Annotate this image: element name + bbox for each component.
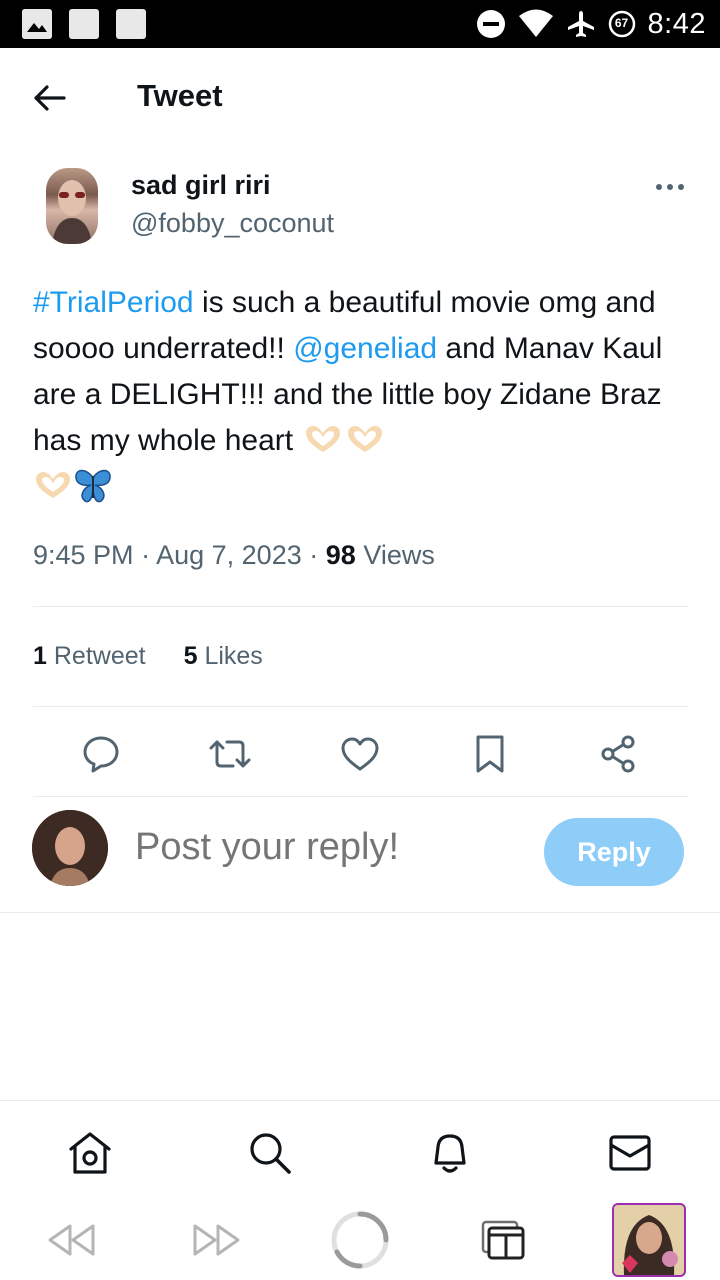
- clock: 8:42: [647, 7, 706, 40]
- battery-level: 67: [614, 16, 629, 30]
- retweet-action-button[interactable]: [208, 732, 252, 776]
- comment-icon: [83, 736, 119, 773]
- airplane-icon: [567, 11, 594, 37]
- author-name[interactable]: sad girl riri: [131, 170, 271, 201]
- nav-notifications[interactable]: [426, 1129, 474, 1177]
- separator: ·: [309, 540, 319, 570]
- retweets-label: Retweet: [53, 642, 146, 670]
- more-options-button[interactable]: [650, 172, 690, 202]
- nav-home[interactable]: [66, 1129, 114, 1177]
- image-icon: [22, 9, 52, 39]
- loading-icon: [331, 1211, 389, 1269]
- heart-hands-icon: [345, 422, 385, 452]
- square-icon: [69, 9, 99, 39]
- author-handle[interactable]: @fobby_coconut: [131, 208, 334, 239]
- back-button[interactable]: [30, 78, 70, 118]
- reply-button[interactable]: Reply: [544, 818, 684, 886]
- app-header: Tweet: [0, 48, 720, 148]
- retweets-count: 1: [33, 642, 47, 670]
- status-bar: 67 8:42: [0, 0, 720, 48]
- share-action-button[interactable]: [596, 732, 640, 776]
- like-action-button[interactable]: [338, 732, 382, 776]
- tweet-actions: [0, 722, 720, 784]
- browser-reload-button[interactable]: [330, 1210, 390, 1270]
- arrow-left-icon: [34, 85, 66, 111]
- likes-count: 5: [183, 642, 198, 670]
- tabs-icon: [481, 1220, 525, 1260]
- divider: [33, 796, 688, 797]
- heart-hands-icon: [303, 422, 343, 452]
- search-icon: [250, 1133, 291, 1174]
- notification-icons: [22, 9, 146, 39]
- tweet-time: 9:45 PM: [33, 540, 134, 570]
- heart-hands-icon: [33, 468, 73, 498]
- share-icon: [601, 735, 635, 773]
- author-avatar[interactable]: [46, 168, 98, 244]
- heart-icon: [341, 737, 379, 771]
- divider: [0, 912, 720, 913]
- mention-link[interactable]: @geneliad: [293, 332, 437, 365]
- browser-forward-button[interactable]: [190, 1210, 244, 1270]
- divider: [33, 606, 688, 607]
- battery-icon: 67: [608, 10, 636, 38]
- fast-forward-icon: [193, 1224, 240, 1256]
- tweet-text: #TrialPeriod is such a beautiful movie o…: [33, 280, 693, 510]
- messages-icon: [609, 1135, 651, 1171]
- retweet-icon: [209, 740, 251, 768]
- tweet-date: Aug 7, 2023: [156, 540, 302, 570]
- bookmark-icon: [476, 735, 504, 773]
- notifications-icon: [434, 1134, 466, 1173]
- separator: ·: [141, 540, 151, 570]
- retweets-stat[interactable]: 1 Retweet: [33, 642, 146, 671]
- browser-tabs-button[interactable]: [478, 1210, 528, 1270]
- tweet-stats: 1 Retweet 5 Likes: [33, 642, 263, 671]
- system-icons: 67 8:42: [476, 0, 706, 48]
- home-icon: [69, 1132, 111, 1174]
- bookmark-action-button[interactable]: [468, 732, 512, 776]
- views-label: Views: [363, 540, 435, 570]
- butterfly-icon: [73, 468, 113, 504]
- bottom-nav: [0, 1100, 720, 1201]
- nav-messages[interactable]: [606, 1129, 654, 1177]
- tweet-screen: 67 8:42 Tweet sad girl riri @fobby_cocon…: [0, 0, 720, 1280]
- likes-label: Likes: [204, 642, 263, 670]
- views-count: 98: [325, 540, 356, 570]
- likes-stat[interactable]: 5 Likes: [184, 642, 263, 671]
- tweet-meta: 9:45 PM · Aug 7, 2023 · 98 Views: [33, 540, 435, 571]
- browser-back-button[interactable]: [44, 1210, 98, 1270]
- user-avatar: [32, 810, 108, 886]
- profile-thumbnail[interactable]: [612, 1203, 686, 1277]
- reply-input[interactable]: [135, 826, 525, 869]
- do-not-disturb-icon: [476, 10, 505, 38]
- nav-search[interactable]: [246, 1129, 294, 1177]
- reply-action-button[interactable]: [79, 732, 123, 776]
- square-icon: [116, 9, 146, 39]
- divider: [33, 706, 688, 707]
- page-title: Tweet: [137, 78, 223, 113]
- wifi-icon: [518, 9, 553, 37]
- more-icon: [656, 184, 684, 190]
- hashtag-link[interactable]: #TrialPeriod: [33, 286, 194, 319]
- rewind-icon: [48, 1224, 95, 1256]
